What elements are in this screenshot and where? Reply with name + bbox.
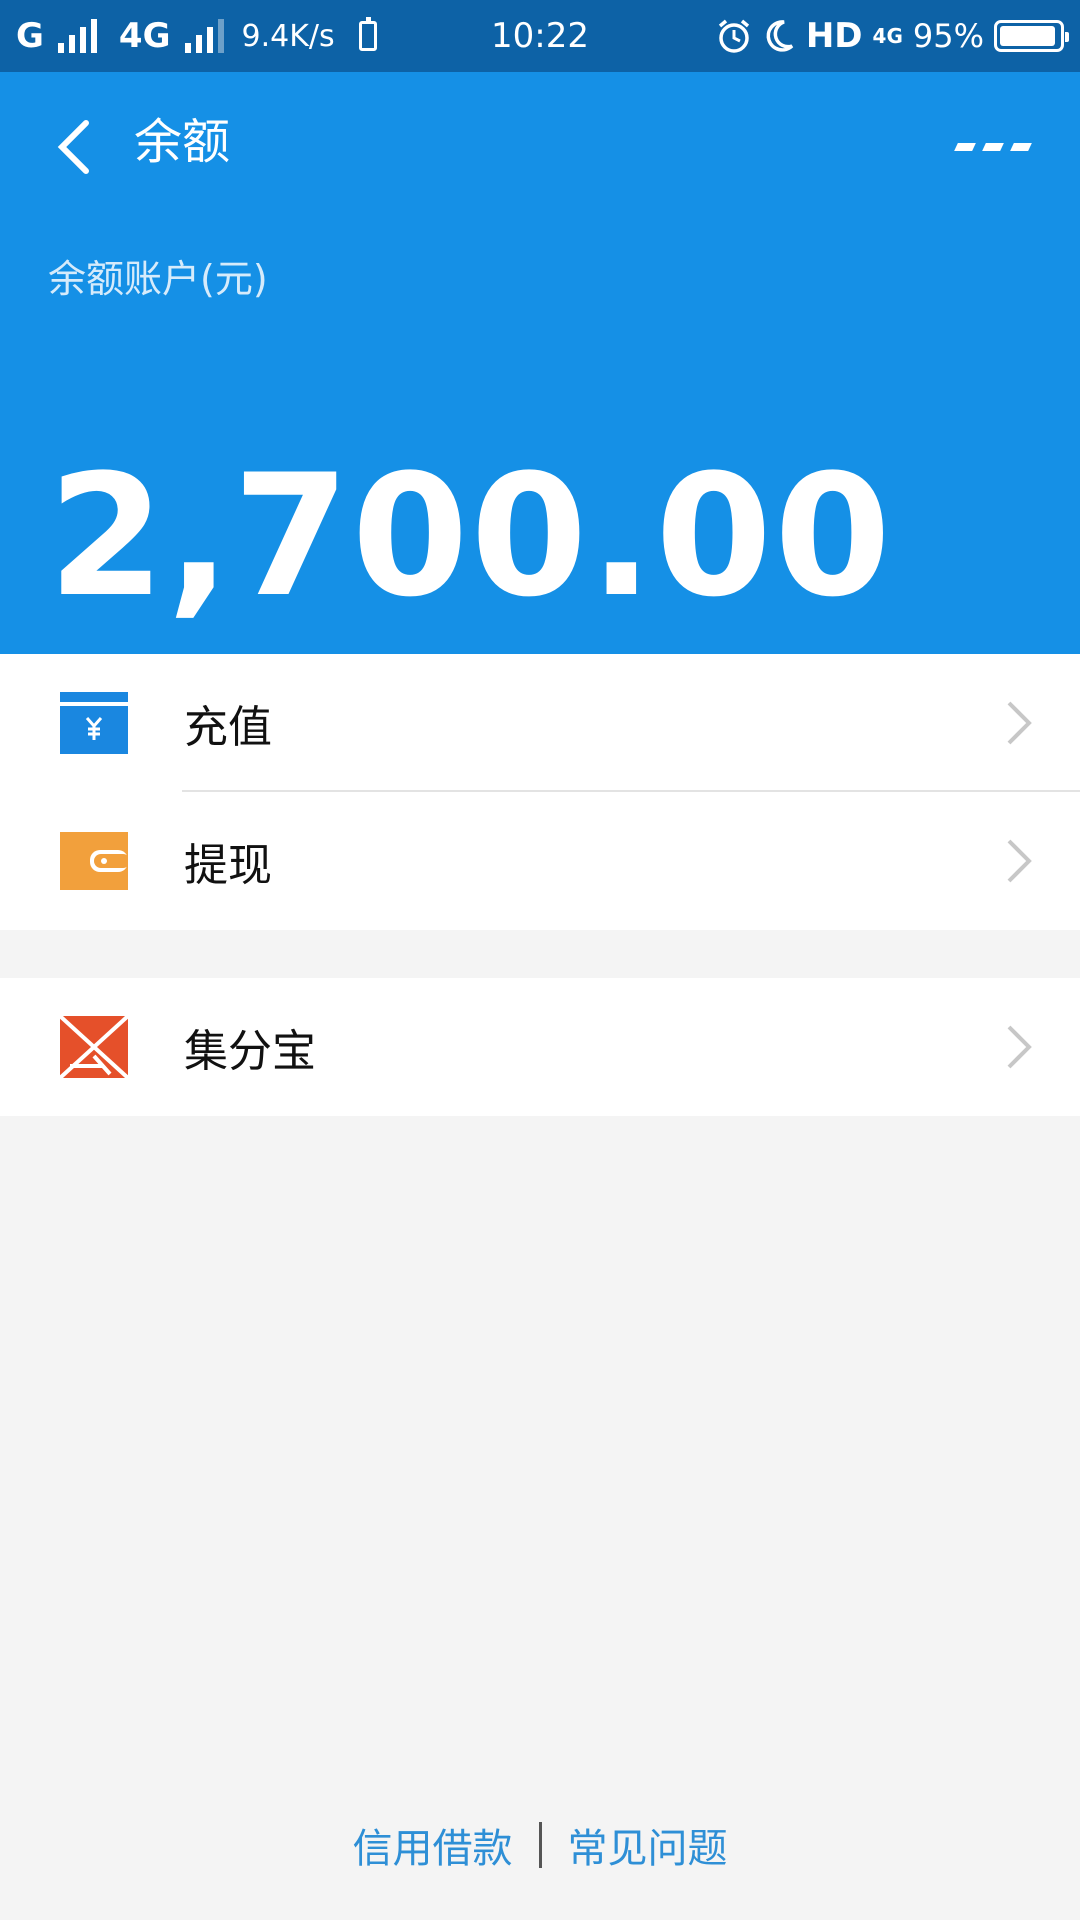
carrier-2: 4G bbox=[118, 16, 171, 56]
more-button[interactable] bbox=[954, 132, 1032, 162]
back-button[interactable] bbox=[44, 112, 104, 182]
signal-icon-1 bbox=[57, 19, 97, 53]
more-dot bbox=[982, 143, 1004, 151]
page-title: 余额 bbox=[134, 114, 231, 170]
battery-icon bbox=[994, 20, 1069, 52]
menu-item-label: 提现 bbox=[184, 840, 272, 891]
battery-percent: 95% bbox=[912, 17, 984, 55]
menu-item-label: 充值 bbox=[184, 702, 272, 753]
network-type: 4G bbox=[872, 24, 903, 48]
footer-separator bbox=[538, 1822, 542, 1868]
network-speed: 9.4K/s bbox=[241, 18, 335, 54]
signal-icon-2 bbox=[184, 19, 224, 53]
more-dot bbox=[954, 143, 976, 151]
more-dot bbox=[1010, 143, 1032, 151]
faq-link[interactable]: 常见问题 bbox=[568, 1816, 728, 1874]
status-bar: G 4G 9.4K/s 10:22 HD 4G 95% bbox=[0, 0, 1080, 72]
menu-group-1: 充值 提现 bbox=[0, 654, 1080, 930]
carrier-1: G bbox=[16, 16, 44, 56]
menu-item-recharge[interactable]: 充值 bbox=[0, 654, 1080, 792]
recharge-yuan-icon bbox=[60, 692, 128, 754]
footer-links: 信用借款 常见问题 bbox=[0, 1810, 1080, 1880]
menu-group-2: 集分宝 bbox=[0, 978, 1080, 1116]
alarm-icon bbox=[718, 19, 749, 53]
wallet-icon bbox=[60, 832, 128, 890]
battery-fill bbox=[1000, 26, 1056, 46]
account-label: 余额账户(元) bbox=[48, 257, 268, 301]
back-arrow-icon bbox=[57, 120, 89, 174]
balance-amount: 2,700.00 bbox=[48, 438, 894, 634]
chevron-right-icon bbox=[1007, 839, 1032, 883]
sim-icon bbox=[358, 17, 377, 51]
moon-icon bbox=[766, 20, 794, 52]
balance-header: 余额 余额账户(元) 2,700.00 bbox=[0, 72, 1080, 654]
menu-item-label: 集分宝 bbox=[184, 1026, 316, 1077]
hd-indicator: HD bbox=[805, 16, 863, 56]
menu-item-withdraw[interactable]: 提现 bbox=[0, 792, 1080, 930]
chevron-right-icon bbox=[1007, 701, 1032, 745]
chevron-right-icon bbox=[1007, 1025, 1032, 1069]
menu-item-jifenbao[interactable]: 集分宝 bbox=[0, 978, 1080, 1116]
credit-loan-link[interactable]: 信用借款 bbox=[353, 1816, 513, 1874]
jifenbao-icon bbox=[60, 1016, 128, 1078]
